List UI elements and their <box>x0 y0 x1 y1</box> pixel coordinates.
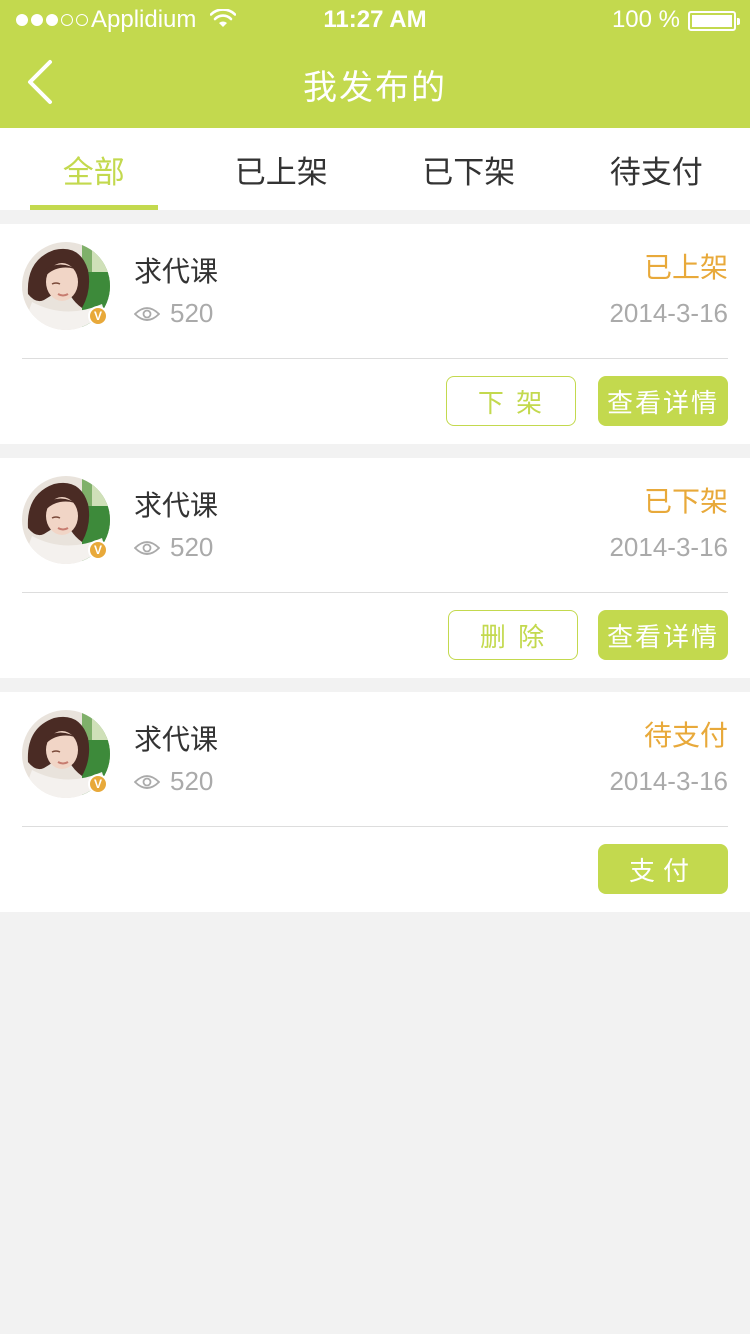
status-bar: Applidium 11:27 AM 100 % <box>0 0 750 40</box>
eye-icon <box>134 774 160 789</box>
view-details-button[interactable]: 查看详情 <box>598 610 728 660</box>
verified-badge: V <box>88 774 108 794</box>
view-count: 520 <box>134 532 213 563</box>
view-details-button[interactable]: 查看详情 <box>598 376 728 426</box>
verified-badge: V <box>88 306 108 326</box>
view-count-value: 520 <box>170 298 214 328</box>
view-count-value: 520 <box>170 532 214 562</box>
battery-icon <box>688 11 740 31</box>
avatar[interactable]: V <box>22 476 110 564</box>
post-card: V 求代课 520 待支付 2014-3-16 支付 <box>0 692 750 912</box>
post-card-summary[interactable]: V 求代课 520 已下架 2014-3-16 <box>0 458 750 592</box>
pay-button[interactable]: 支付 <box>598 844 728 894</box>
tab-pending-payment[interactable]: 待支付 <box>563 128 750 210</box>
page-title: 我发布的 <box>303 68 447 108</box>
view-count: 520 <box>134 298 213 329</box>
post-card-summary[interactable]: V 求代课 520 待支付 2014-3-16 <box>0 692 750 826</box>
tab-unlisted[interactable]: 已下架 <box>375 128 563 210</box>
post-card: V 求代课 520 已上架 2014-3-16 下 架 查看详情 <box>0 224 750 444</box>
avatar[interactable]: V <box>22 710 110 798</box>
tab-label: 全部 <box>62 154 125 191</box>
status-badge: 待支付 <box>643 719 728 752</box>
view-count: 520 <box>134 766 213 797</box>
delete-button[interactable]: 删 除 <box>448 610 578 660</box>
eye-icon <box>134 540 160 555</box>
divider <box>22 592 728 593</box>
post-date: 2014-3-16 <box>609 532 728 562</box>
nav-bar: 我发布的 <box>0 40 750 128</box>
post-card: V 求代课 520 已下架 2014-3-16 删 除 查看详情 <box>0 458 750 678</box>
unlist-button[interactable]: 下 架 <box>446 376 576 426</box>
status-badge: 已上架 <box>643 251 728 284</box>
post-title: 求代课 <box>134 255 219 288</box>
post-title: 求代课 <box>134 723 219 756</box>
tab-label: 待支付 <box>609 154 703 191</box>
post-date: 2014-3-16 <box>609 766 728 796</box>
header: Applidium 11:27 AM 100 % 我发布的 <box>0 0 750 128</box>
post-date: 2014-3-16 <box>609 298 728 328</box>
divider <box>22 358 728 359</box>
post-title: 求代课 <box>134 489 219 522</box>
tab-label: 已上架 <box>234 154 328 191</box>
verified-badge: V <box>88 540 108 560</box>
tab-listed[interactable]: 已上架 <box>188 128 376 210</box>
avatar[interactable]: V <box>22 242 110 330</box>
tab-all[interactable]: 全部 <box>0 128 188 210</box>
divider <box>22 826 728 827</box>
battery-percent: 100 % <box>611 6 680 33</box>
post-card-summary[interactable]: V 求代课 520 已上架 2014-3-16 <box>0 224 750 358</box>
eye-icon <box>134 306 160 321</box>
filter-tabs: 全部 已上架 已下架 待支付 <box>0 128 750 210</box>
tab-label: 已下架 <box>422 154 516 191</box>
view-count-value: 520 <box>170 766 214 796</box>
active-tab-indicator <box>30 205 158 210</box>
status-badge: 已下架 <box>643 485 728 518</box>
